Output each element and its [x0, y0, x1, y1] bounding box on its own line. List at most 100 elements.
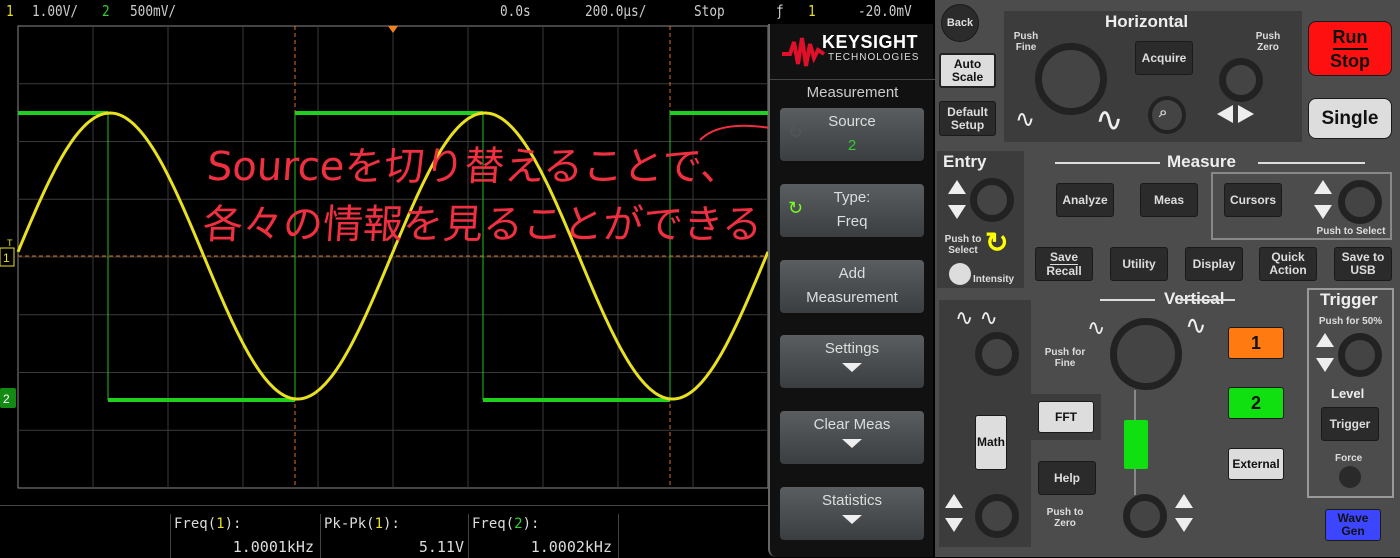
level-label: Level — [1331, 386, 1365, 401]
entry-header: Entry — [943, 152, 987, 171]
softkey-add-measurement[interactable]: Add Measurement — [780, 260, 924, 313]
status-bar: 1 1.00V/ 2 500mV/ 0.0s 200.0µs/ Stop ƒ 1… — [0, 0, 935, 24]
ch2-number: 2 — [102, 2, 110, 20]
measurement-name: Freq( — [472, 516, 515, 532]
time-offset: 0.0s — [500, 2, 531, 20]
measurement-label: Freq(1): — [174, 516, 241, 532]
save-recall-button[interactable]: Save Recall — [1035, 247, 1093, 281]
acquire-button[interactable]: Acquire — [1135, 41, 1193, 75]
measurement-suffix: ): — [224, 516, 242, 532]
run-label: Run — [1332, 26, 1368, 50]
measurement-bar: Freq(1): 1.0001kHz Pk-Pk(1): 5.11V Freq(2): 1… — [0, 505, 770, 558]
ch1-scale: 1.00V/ — [32, 2, 79, 20]
analyze-button[interactable]: Analyze — [1056, 183, 1114, 217]
waveform-display[interactable]: 1 T 2 — [0, 24, 770, 504]
math-scale-knob[interactable] — [975, 332, 1019, 376]
measurement-item: Freq(1): 1.0001kHz — [170, 514, 320, 558]
divider — [1055, 162, 1160, 164]
measurement-source: 1 — [216, 516, 225, 532]
horizontal-position-knob[interactable] — [1219, 58, 1263, 102]
cursors-knob[interactable] — [1338, 180, 1382, 224]
measurement-label: Freq(2): — [472, 516, 539, 532]
annotation-arrow — [699, 124, 771, 141]
sine-icon: ∿ ∿ — [955, 305, 998, 330]
utility-button[interactable]: Utility — [1110, 247, 1168, 281]
handwritten-annotation: Sourceを切り替えることで、 各々の情報を見ることができる — [201, 138, 768, 254]
run-stop-button[interactable]: Run Stop — [1308, 21, 1392, 76]
ch1-number: 1 — [6, 2, 14, 20]
help-button[interactable]: Help — [1038, 461, 1096, 495]
trigger-button[interactable]: Trigger — [1321, 407, 1379, 441]
trigger-up-icon[interactable] — [1316, 333, 1334, 347]
measurement-source: 2 — [514, 516, 523, 532]
softkey-label: Settings — [824, 340, 880, 357]
entry-down-icon[interactable] — [948, 205, 966, 219]
front-panel: Back Auto Scale Default Setup Horizontal… — [935, 0, 1400, 557]
wave-gen-button[interactable]: Wave Gen — [1325, 509, 1381, 541]
external-button[interactable]: External — [1228, 448, 1284, 480]
measurement-empty — [618, 514, 768, 558]
measurement-label: Pk-Pk(1): — [324, 516, 400, 532]
softkey-type[interactable]: Type: Freq ↻ — [780, 184, 924, 237]
time-scale: 200.0µs/ — [585, 2, 647, 20]
trigger-level-knob[interactable] — [1338, 333, 1382, 377]
divider — [1180, 299, 1235, 301]
right-arrow-icon — [1238, 105, 1254, 123]
zoom-search-button[interactable]: ⌕ — [1148, 96, 1186, 134]
rotate-icon: ↻ — [788, 198, 804, 218]
measurement-value: 1.0001kHz — [232, 538, 314, 556]
cursor-up-icon[interactable] — [1314, 180, 1332, 194]
menu-title: Measurement — [770, 79, 935, 101]
sine-icon: ∿ — [1087, 315, 1106, 340]
down-arrow-icon — [842, 515, 862, 524]
meas-button[interactable]: Meas — [1140, 183, 1198, 217]
vertical-offset-knob[interactable] — [1123, 494, 1167, 538]
quick-action-button[interactable]: Quick Action — [1259, 247, 1317, 281]
push-for-fine-label: Push for Fine — [1044, 347, 1086, 369]
entry-up-icon[interactable] — [948, 180, 966, 194]
intensity-button[interactable] — [949, 263, 971, 285]
single-button[interactable]: Single — [1308, 98, 1392, 139]
channel-1-button[interactable]: 1 — [1228, 327, 1284, 359]
measurement-item: Freq(2): 1.0002kHz — [468, 514, 618, 558]
math-button[interactable]: Math — [975, 415, 1007, 470]
display-button[interactable]: Display — [1185, 247, 1243, 281]
push-zero-label: Push Zero — [1255, 31, 1281, 53]
fft-button[interactable]: FFT — [1038, 401, 1094, 433]
softkey-clear-meas[interactable]: Clear Meas — [780, 411, 924, 464]
channel-2-button[interactable]: 2 — [1228, 387, 1284, 419]
softkey-statistics[interactable]: Statistics — [780, 487, 924, 540]
vertical-up-icon[interactable] — [1175, 494, 1193, 508]
default-setup-button[interactable]: Default Setup — [939, 101, 996, 136]
offset-up-icon[interactable] — [945, 494, 963, 508]
save-to-usb-button[interactable]: Save to USB — [1334, 247, 1392, 281]
math-offset-knob[interactable] — [975, 494, 1019, 538]
cursors-button[interactable]: Cursors — [1224, 183, 1282, 217]
cursor-down-icon[interactable] — [1314, 205, 1332, 219]
softkey-source[interactable]: Source 2 ↻ — [780, 108, 924, 161]
softkey-settings[interactable]: Settings — [780, 335, 924, 388]
offset-down-icon[interactable] — [945, 518, 963, 532]
measurement-value: 5.11V — [418, 538, 464, 556]
brand-name: KEYSIGHT — [822, 32, 919, 52]
recall-label: Recall — [1046, 263, 1082, 278]
down-arrow-icon — [842, 363, 862, 372]
annotation-line-1: Sourceを切り替えることで、 — [205, 144, 743, 190]
back-button[interactable]: Back — [941, 4, 979, 42]
vertical-down-icon[interactable] — [1175, 518, 1193, 532]
measurement-suffix: ): — [522, 516, 540, 532]
vertical-scale-knob[interactable] — [1110, 318, 1182, 390]
force-button[interactable] — [1339, 466, 1361, 488]
push-fine-label: Push Fine — [1013, 31, 1039, 53]
trigger-header: Trigger — [1320, 290, 1378, 309]
channel-indicator — [1124, 420, 1148, 469]
entry-knob[interactable] — [970, 178, 1014, 222]
rising-edge-icon: ƒ — [776, 2, 784, 20]
rotate-select-icon: ↻ — [985, 227, 1009, 258]
trigger-source: 1 — [808, 2, 816, 20]
softkey-label: Clear Meas — [813, 416, 891, 433]
left-arrow-icon — [1217, 105, 1233, 123]
trigger-down-icon[interactable] — [1316, 358, 1334, 372]
auto-scale-button[interactable]: Auto Scale — [939, 53, 996, 88]
trigger-level-marker: T — [7, 238, 13, 248]
